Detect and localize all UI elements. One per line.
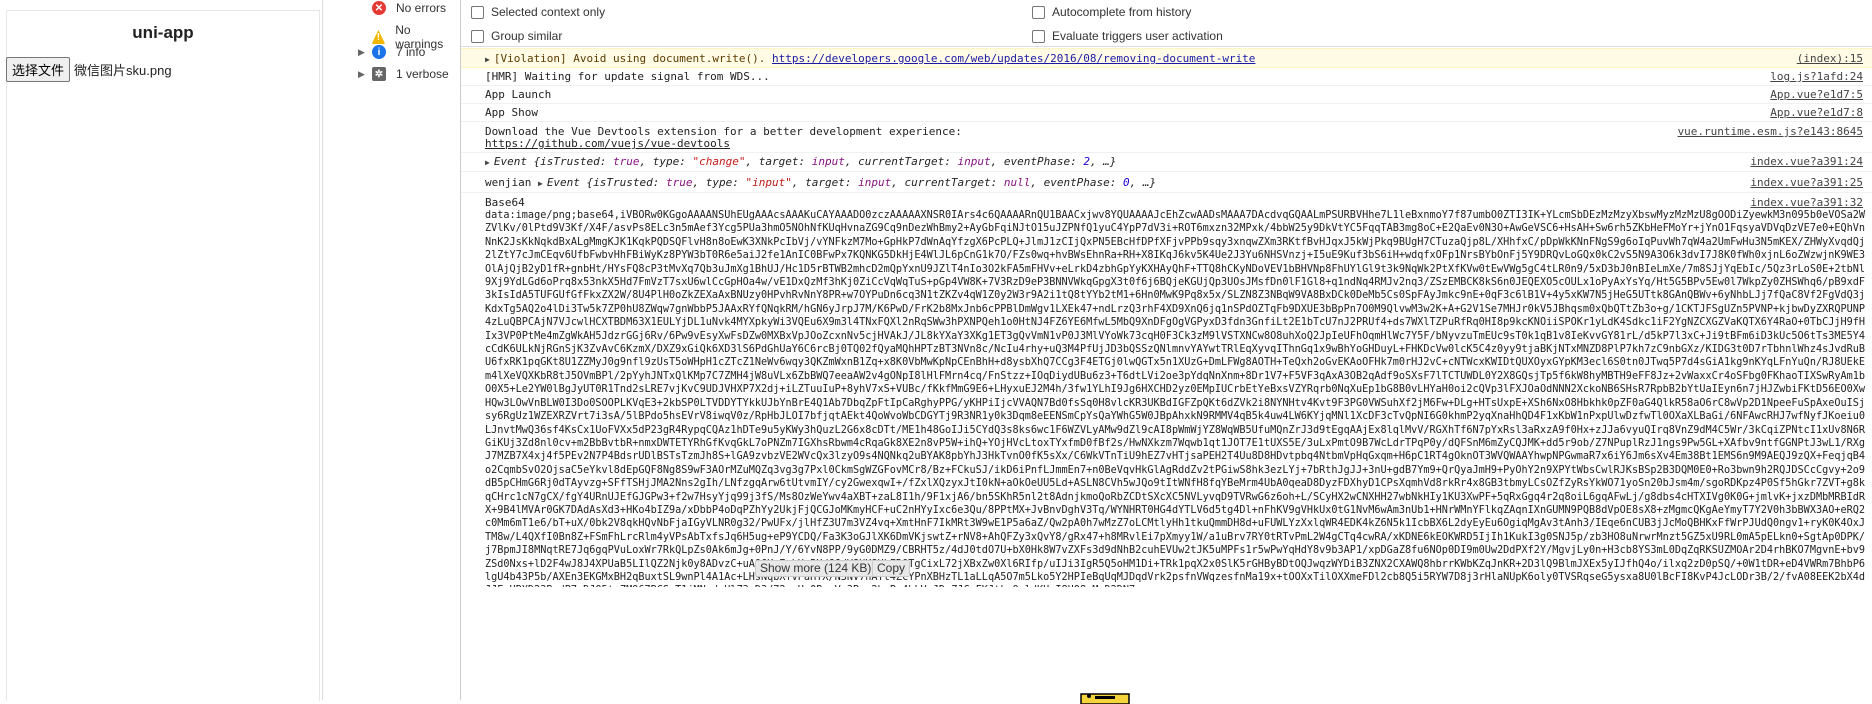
show-more-button[interactable]: Show more (124 KB) bbox=[755, 560, 877, 577]
console-message: Download the Vue Devtools extension for … bbox=[461, 122, 1872, 153]
source-link[interactable]: index.vue?a391:24 bbox=[1750, 155, 1863, 168]
level-info[interactable]: ▶ i 7 info bbox=[358, 45, 425, 59]
group-similar-checkbox[interactable]: Group similar bbox=[471, 29, 562, 43]
level-errors-label: No errors bbox=[396, 1, 447, 15]
evaluate-triggers-checkbox[interactable]: Evaluate triggers user activation bbox=[1032, 29, 1223, 43]
devtools-link[interactable]: https://github.com/vuejs/vue-devtools bbox=[485, 137, 730, 150]
expand-arrow-icon[interactable]: ▶ bbox=[538, 179, 543, 188]
file-name: 微信图片sku.png bbox=[74, 63, 172, 78]
source-link[interactable]: log.js?1afd:24 bbox=[1770, 70, 1863, 83]
selected-context-checkbox[interactable]: Selected context only bbox=[471, 5, 605, 19]
level-errors[interactable]: ✕ No errors bbox=[358, 1, 446, 15]
info-icon: i bbox=[372, 45, 386, 59]
copy-button[interactable]: Copy bbox=[872, 560, 911, 577]
console-message: App Show App.vue?e1d7:8 bbox=[461, 103, 1872, 122]
console-settings-bar: Selected context only Group similar Auto… bbox=[461, 0, 1872, 47]
level-verbose[interactable]: ▶ ✲ 1 verbose bbox=[358, 67, 449, 81]
source-link[interactable]: App.vue?e1d7:8 bbox=[1770, 106, 1863, 119]
violation-link[interactable]: https://developers.google.com/web/update… bbox=[772, 52, 1255, 65]
event-message[interactable]: ▶ Event {isTrusted: true, type: "change",… bbox=[461, 152, 1872, 172]
mascot-icon bbox=[1080, 693, 1130, 704]
event-message[interactable]: wenjian ▶ Event {isTrusted: true, type: "… bbox=[461, 173, 1872, 193]
expand-arrow-icon[interactable]: ▶ bbox=[358, 69, 372, 80]
source-link[interactable]: (index):15 bbox=[1797, 52, 1863, 65]
source-link[interactable]: index.vue?a391:32 bbox=[1750, 196, 1863, 209]
file-input-row: 选择文件 微信图片sku.png bbox=[6, 57, 319, 82]
level-info-label: 7 info bbox=[396, 45, 426, 59]
console-message: [HMR] Waiting for update signal from WDS… bbox=[461, 67, 1872, 86]
choose-file-button[interactable]: 选择文件 bbox=[6, 57, 71, 82]
source-link[interactable]: vue.runtime.esm.js?e143:8645 bbox=[1678, 125, 1863, 138]
base64-message: Base64 index.vue?a391:32 data:image/png;… bbox=[461, 193, 1872, 587]
source-link[interactable]: index.vue?a391:25 bbox=[1750, 176, 1863, 189]
error-icon: ✕ bbox=[372, 1, 386, 15]
verbose-icon: ✲ bbox=[372, 67, 386, 81]
console-levels-sidebar: ✕ No errors ! No warnings ▶ i 7 info ▶ ✲… bbox=[348, 0, 461, 700]
expand-arrow-icon[interactable]: ▶ bbox=[485, 55, 490, 64]
app-preview: uni-app 选择文件 微信图片sku.png bbox=[0, 0, 323, 701]
warning-icon: ! bbox=[371, 30, 386, 44]
autocomplete-checkbox[interactable]: Autocomplete from history bbox=[1032, 5, 1191, 19]
violation-message: ▶ [Violation] Avoid using document.write(… bbox=[461, 48, 1872, 68]
app-title: uni-app bbox=[132, 23, 194, 42]
app-frame: uni-app 选择文件 微信图片sku.png bbox=[6, 10, 320, 701]
expand-arrow-icon[interactable]: ▶ bbox=[358, 47, 372, 58]
expand-arrow-icon[interactable]: ▶ bbox=[485, 158, 490, 167]
level-verbose-label: 1 verbose bbox=[396, 67, 449, 81]
console-message: App Launch App.vue?e1d7:5 bbox=[461, 85, 1872, 104]
console-panel: Selected context only Group similar Auto… bbox=[461, 0, 1872, 704]
source-link[interactable]: App.vue?e1d7:5 bbox=[1770, 88, 1863, 101]
base64-data: data:image/png;base64,iVBORw0KGgoAAAANSU… bbox=[485, 210, 1865, 587]
